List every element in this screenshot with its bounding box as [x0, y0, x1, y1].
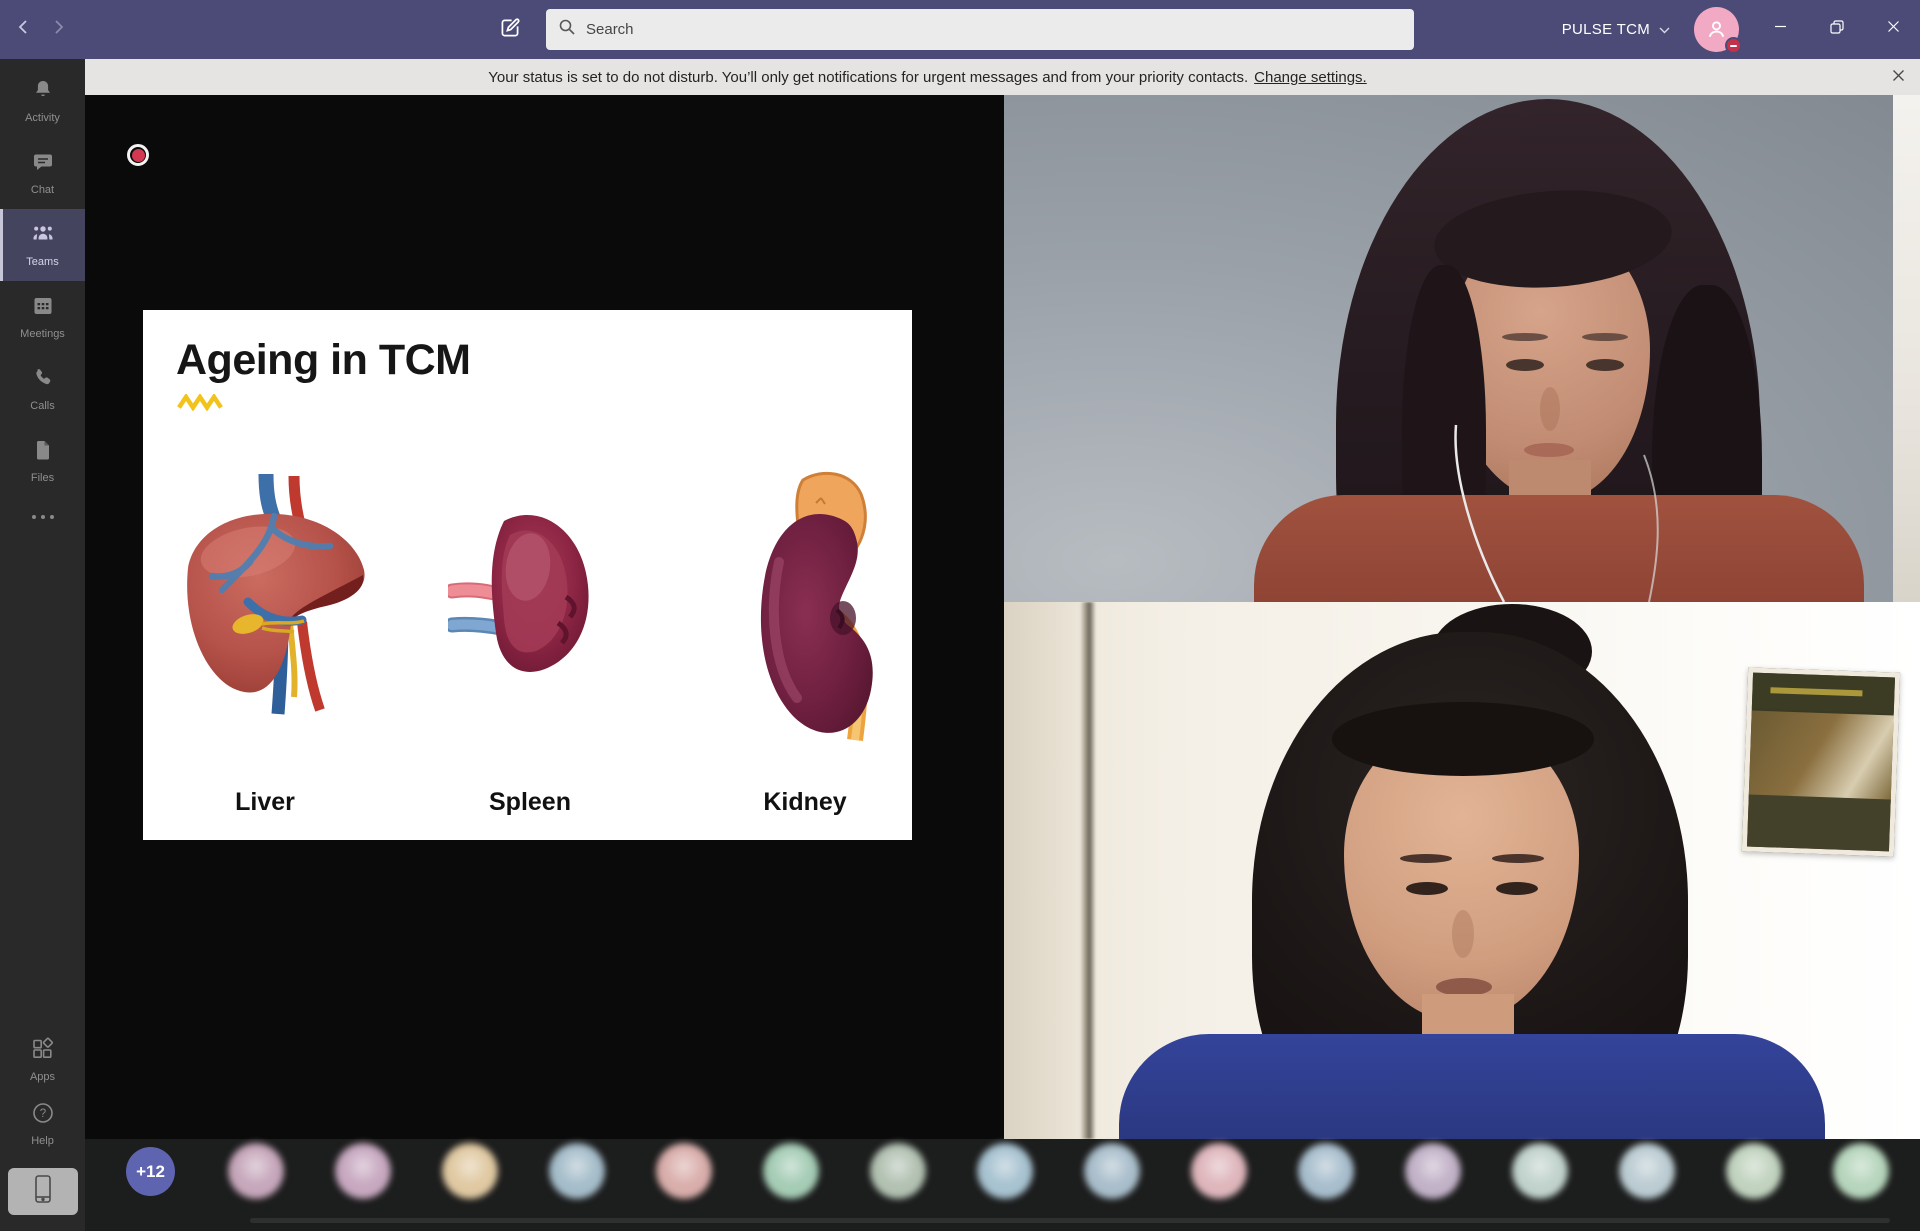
search-icon [558, 18, 576, 41]
app-rail-items: Activity Chat Te [0, 65, 85, 537]
forward-button[interactable] [44, 14, 74, 44]
participant-avatar[interactable] [440, 1141, 500, 1201]
wall-poster [1742, 667, 1900, 856]
participant-avatar[interactable] [1724, 1141, 1784, 1201]
sidebar-item-chat[interactable]: Chat [0, 137, 85, 209]
strip-scrollbar[interactable] [250, 1218, 1890, 1223]
participant-avatar[interactable] [1189, 1141, 1249, 1201]
restore-icon [1830, 20, 1844, 39]
wall-corner-line [1080, 602, 1096, 1139]
search-input[interactable] [586, 21, 1402, 38]
help-icon: ? [31, 1101, 55, 1130]
profile-avatar[interactable] [1694, 7, 1739, 52]
participant-avatar[interactable] [654, 1141, 714, 1201]
recording-indicator [127, 144, 149, 166]
new-chat-button[interactable] [492, 12, 528, 48]
video-tile-participant-1[interactable] [1004, 95, 1920, 602]
minimize-button[interactable] [1764, 14, 1796, 44]
close-icon [1892, 69, 1905, 86]
calendar-icon [31, 294, 55, 323]
search-bar[interactable] [546, 9, 1414, 50]
sidebar-item-apps[interactable]: Apps [0, 1028, 85, 1092]
app-rail: Activity Chat Te [0, 59, 85, 1231]
mobile-app-button[interactable] [8, 1168, 78, 1215]
sidebar-item-help[interactable]: ? Help [0, 1092, 85, 1156]
back-button[interactable] [8, 14, 38, 44]
titlebar: PULSE TCM [0, 0, 1920, 59]
screen-share-stage[interactable]: Ageing in TCM [85, 95, 1004, 1139]
phone-icon [31, 366, 55, 395]
participants-strip: +12 [85, 1139, 1920, 1231]
video-tile-participant-2[interactable] [1004, 602, 1920, 1139]
svg-text:?: ? [39, 1108, 45, 1120]
sidebar-item-label: Calls [30, 400, 54, 412]
overflow-participants-badge[interactable]: +12 [126, 1147, 175, 1196]
status-banner: Your status is set to do not disturb. Yo… [85, 59, 1920, 95]
sidebar-item-meetings[interactable]: Meetings [0, 281, 85, 353]
chevron-left-icon [16, 19, 30, 40]
wall-edge [1893, 95, 1920, 602]
participant-avatar[interactable] [1082, 1141, 1142, 1201]
sidebar-more-button[interactable] [0, 497, 85, 537]
sidebar-item-label: Help [31, 1135, 54, 1147]
participant-avatar[interactable] [761, 1141, 821, 1201]
presentation-slide: Ageing in TCM [143, 310, 912, 840]
participant-avatar[interactable] [975, 1141, 1035, 1201]
liver-illustration [178, 472, 373, 717]
participant-avatar[interactable] [1617, 1141, 1677, 1201]
kidney-illustration [751, 468, 891, 746]
organ-label-liver: Liver [185, 788, 345, 817]
sidebar-item-calls[interactable]: Calls [0, 353, 85, 425]
earphone-wire [1004, 95, 1920, 602]
apps-grid-icon [31, 1037, 55, 1066]
restore-button[interactable] [1821, 14, 1853, 44]
ellipsis-icon [30, 508, 56, 526]
spleen-illustration [448, 505, 598, 680]
sidebar-item-label: Chat [31, 184, 54, 196]
person-icon [1704, 17, 1729, 42]
chat-icon [31, 150, 55, 179]
participant-avatar[interactable] [1403, 1141, 1463, 1201]
close-icon [1887, 20, 1900, 38]
slide-title: Ageing in TCM [176, 336, 470, 385]
file-icon [31, 438, 55, 467]
teams-people-icon [30, 222, 56, 251]
participant-avatar[interactable] [1510, 1141, 1570, 1201]
sidebar-item-label: Meetings [20, 328, 65, 340]
participant-avatar[interactable] [1296, 1141, 1356, 1201]
app-rail-bottom: Apps ? Help [0, 1028, 85, 1215]
close-button[interactable] [1877, 14, 1909, 44]
minimize-icon [1774, 20, 1787, 38]
mobile-phone-icon [32, 1174, 54, 1209]
participant-avatar[interactable] [1831, 1141, 1891, 1201]
sidebar-item-label: Teams [26, 256, 58, 268]
sidebar-item-label: Files [31, 472, 54, 484]
sidebar-item-activity[interactable]: Activity [0, 65, 85, 137]
participant-shirt [1119, 1034, 1825, 1139]
sidebar-item-label: Apps [30, 1071, 55, 1083]
compose-icon [497, 15, 523, 46]
participant-avatar[interactable] [226, 1141, 286, 1201]
bell-icon [31, 78, 55, 107]
status-banner-text: Your status is set to do not disturb. Yo… [488, 69, 1248, 86]
participant-avatar[interactable] [547, 1141, 607, 1201]
dnd-status-badge [1725, 37, 1742, 54]
organ-label-spleen: Spleen [450, 788, 610, 817]
sidebar-item-teams[interactable]: Teams [0, 209, 85, 281]
chevron-right-icon [52, 19, 66, 40]
change-settings-link[interactable]: Change settings. [1254, 69, 1367, 86]
participant-avatar[interactable] [333, 1141, 393, 1201]
sidebar-item-files[interactable]: Files [0, 425, 85, 497]
banner-close-button[interactable] [1884, 64, 1912, 90]
org-name: PULSE TCM [1562, 21, 1650, 38]
chevron-down-icon [1659, 21, 1670, 39]
zigzag-underline [177, 394, 225, 411]
org-switcher[interactable]: PULSE TCM [1562, 0, 1670, 59]
participant-avatar[interactable] [868, 1141, 928, 1201]
sidebar-item-label: Activity [25, 112, 60, 124]
organ-label-kidney: Kidney [725, 788, 885, 817]
